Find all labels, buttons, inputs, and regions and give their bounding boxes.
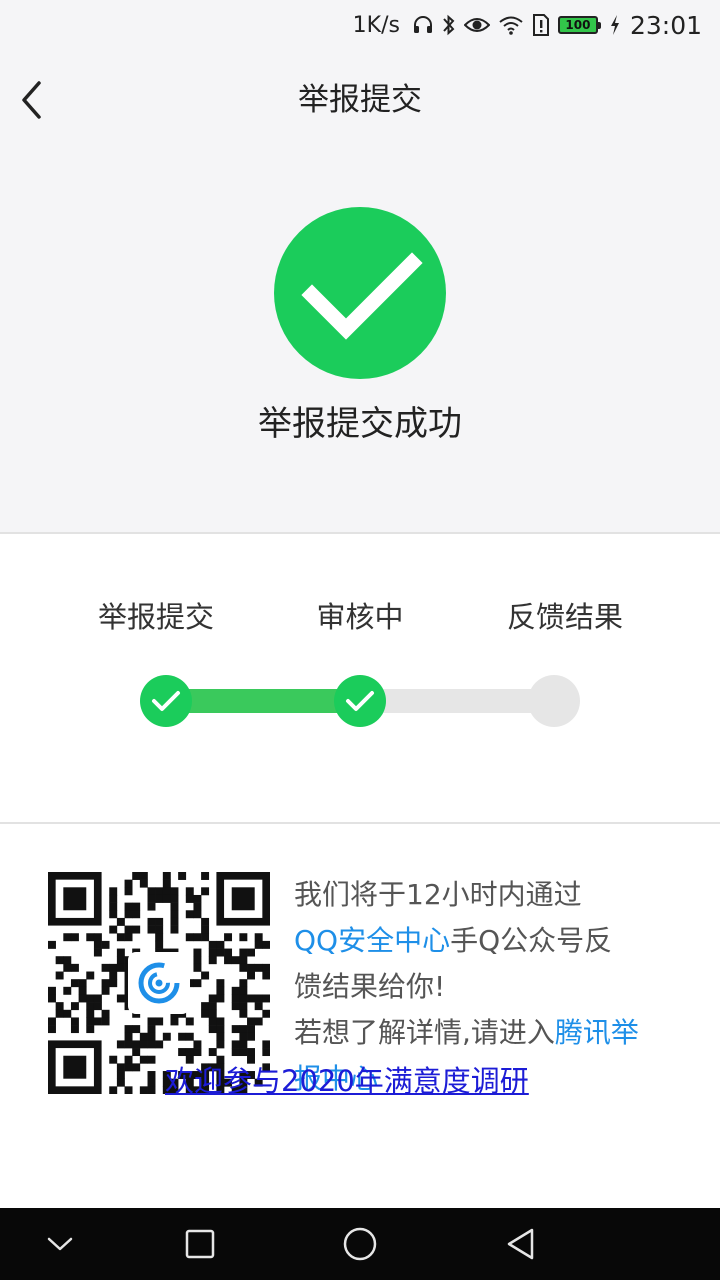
wifi-icon: [498, 14, 524, 36]
circle-icon: [343, 1227, 377, 1261]
chevron-down-icon: [47, 1237, 73, 1251]
bluetooth-icon: [442, 13, 456, 37]
nav-bar: 举报提交: [0, 50, 720, 150]
qq-security-center-link[interactable]: QQ安全中心: [294, 924, 450, 957]
nav-recents-button[interactable]: [170, 1216, 230, 1272]
battery-icon: 100: [557, 16, 601, 34]
info-line-2: 手Q公众号反: [450, 924, 613, 957]
square-icon: [185, 1229, 215, 1259]
sim-alert-icon: [532, 13, 550, 37]
chevron-left-icon: [22, 81, 41, 119]
headset-icon: [412, 14, 434, 36]
page-title: 举报提交: [298, 82, 422, 118]
check-circle-icon: [274, 207, 446, 379]
info-line-3: 馈结果给你!: [294, 970, 446, 1003]
success-message: 举报提交成功: [258, 404, 462, 444]
triangle-back-icon: [507, 1228, 534, 1260]
system-nav-bar: [0, 1208, 720, 1280]
nav-collapse-button[interactable]: [30, 1216, 90, 1272]
step-label-result: 反馈结果: [506, 600, 624, 634]
step-dot-review: [334, 675, 386, 727]
check-icon: [346, 691, 374, 711]
info-line-4: 若想了解详情,请进入: [294, 1016, 555, 1049]
satisfaction-survey-link[interactable]: 欢迎参与2020年满意度调研: [165, 1058, 529, 1100]
result-panel: 举报提交成功: [0, 150, 720, 534]
report-success-screen: 1K/s 100 23:01 举报提交 举报提交成功 举报提交 审核中 反馈结果…: [0, 0, 720, 1280]
clock: 23:01: [629, 10, 702, 40]
info-panel: 我们将于12小时内通过 QQ安全中心手Q公众号反 馈结果给你! 若想了解详情,请…: [0, 824, 720, 1208]
step-label-review: 审核中: [316, 600, 404, 634]
info-line-1: 我们将于12小时内通过: [294, 878, 582, 911]
step-dot-result: [528, 675, 580, 727]
progress-tracker: 举报提交 审核中 反馈结果: [0, 534, 720, 824]
charging-icon: [610, 14, 620, 36]
nav-home-button[interactable]: [330, 1216, 390, 1272]
net-speed: 1K/s: [352, 12, 400, 38]
step-dot-submit: [140, 675, 192, 727]
status-bar: 1K/s 100 23:01: [0, 0, 720, 50]
qq-security-logo-icon: [128, 952, 190, 1014]
nav-back-button[interactable]: [490, 1216, 550, 1272]
step-label-submit: 举报提交: [97, 600, 215, 634]
eye-icon: [463, 15, 490, 35]
back-button[interactable]: [8, 72, 56, 128]
check-icon: [152, 691, 180, 711]
